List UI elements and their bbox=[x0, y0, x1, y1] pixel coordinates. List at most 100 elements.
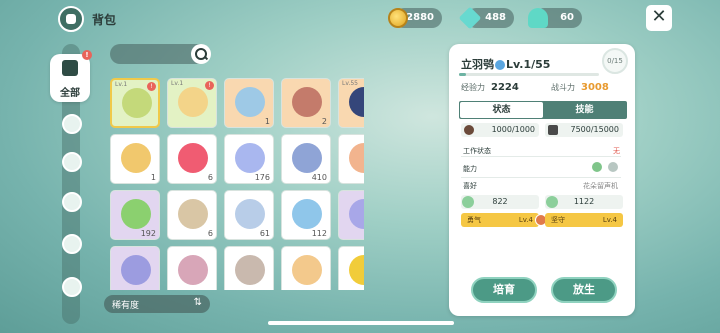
sidebar-item-creatures[interactable] bbox=[52, 144, 90, 184]
note-icon bbox=[121, 143, 151, 173]
tab-skills[interactable]: 技能 bbox=[543, 102, 626, 118]
ability-icon[interactable] bbox=[607, 161, 619, 173]
xp-stat: 经验力 2224 bbox=[461, 82, 519, 93]
sidebar-item-trees[interactable] bbox=[52, 269, 90, 309]
trait-name: 坚守 bbox=[551, 216, 565, 224]
close-button[interactable]: ✕ bbox=[646, 5, 672, 31]
teal-gem-counter[interactable]: 488 bbox=[458, 6, 514, 30]
like-label: 喜好 bbox=[463, 182, 477, 190]
creature-icon bbox=[292, 87, 322, 117]
item-count: 61 bbox=[259, 229, 270, 238]
creature-header: 立羽鸮 Lv.1/55 bbox=[461, 56, 550, 72]
backpack-icon bbox=[58, 6, 84, 32]
item-count: 1 bbox=[264, 117, 270, 126]
energy-meter: 7500/15000 bbox=[545, 123, 623, 137]
divider bbox=[461, 156, 621, 157]
power-stat: 战斗力 3008 bbox=[551, 82, 609, 93]
tools-icon bbox=[548, 125, 558, 135]
inventory-slot[interactable]: 6 bbox=[167, 134, 217, 184]
ability-icon[interactable] bbox=[591, 161, 603, 173]
trait-name: 勇气 bbox=[467, 216, 481, 224]
inventory-slot[interactable] bbox=[110, 246, 160, 290]
search-icon[interactable] bbox=[191, 44, 211, 64]
preference-value: 822 bbox=[492, 197, 508, 206]
sidebar-item-creatures-2[interactable] bbox=[52, 184, 90, 224]
gold-coin-counter[interactable]: 82880 bbox=[388, 8, 442, 28]
ticket-icon bbox=[178, 199, 208, 229]
item-count: 192 bbox=[140, 229, 156, 238]
trait-level: Lv.4 bbox=[602, 216, 617, 224]
inventory-slot[interactable] bbox=[167, 246, 217, 290]
creature-icon bbox=[62, 152, 82, 172]
sidebar-item-plants[interactable] bbox=[52, 106, 90, 146]
ticket-icon bbox=[349, 199, 364, 229]
creature-icon bbox=[122, 88, 152, 118]
train-button[interactable]: 培育 bbox=[471, 277, 537, 303]
inventory-slot[interactable]: 1 bbox=[110, 134, 160, 184]
capacity-value: 0/15 bbox=[607, 57, 623, 65]
energy-value: 7500/15000 bbox=[570, 125, 619, 134]
inventory-slot[interactable]: 1 bbox=[224, 78, 274, 128]
inventory-slot[interactable]: 112 bbox=[281, 190, 331, 240]
tree-icon bbox=[62, 277, 82, 297]
creature-icon bbox=[349, 87, 364, 117]
inventory-slot[interactable]: 61 bbox=[224, 190, 274, 240]
preference-icon bbox=[546, 196, 558, 208]
sidebar-item-all[interactable]: 全部 ! bbox=[50, 50, 92, 102]
heart-gem-icon bbox=[528, 8, 548, 28]
heart-icon bbox=[178, 143, 208, 173]
item-count: 112 bbox=[311, 229, 327, 238]
divider bbox=[461, 177, 621, 178]
inventory-slot[interactable] bbox=[281, 246, 331, 290]
teal-gem-icon bbox=[458, 6, 482, 30]
item-count: 2 bbox=[321, 117, 327, 126]
item-count: 6 bbox=[207, 229, 213, 238]
trait-level: Lv.4 bbox=[518, 216, 533, 224]
inventory-slot[interactable]: Lv.1! bbox=[110, 78, 160, 128]
inventory-slot[interactable]: 6 bbox=[167, 190, 217, 240]
preference-item: 1122 bbox=[545, 195, 623, 209]
box-icon bbox=[121, 255, 151, 285]
like-value: 花朵留声机 bbox=[583, 182, 618, 190]
work-status-label: 工作状态 bbox=[463, 147, 491, 155]
inventory-slot[interactable] bbox=[338, 246, 364, 290]
xp-bar-fill bbox=[459, 73, 466, 76]
sidebar-item-label: 全部 bbox=[60, 88, 80, 99]
inventory-slot[interactable]: 22 bbox=[338, 190, 364, 240]
sidebar-item-leaves[interactable] bbox=[52, 226, 90, 266]
sort-button[interactable]: 稀有度 ⇅ bbox=[104, 295, 210, 313]
preference-icon bbox=[462, 196, 474, 208]
tab-status[interactable]: 状态 bbox=[460, 102, 543, 118]
inventory-slot[interactable]: 176 bbox=[224, 134, 274, 184]
home-indicator bbox=[268, 321, 454, 325]
xp-value: 2224 bbox=[491, 82, 519, 93]
inventory-slot[interactable]: 52 bbox=[338, 134, 364, 184]
power-value: 3008 bbox=[581, 82, 609, 93]
inventory-slot[interactable]: 192 bbox=[110, 190, 160, 240]
work-status-value: 无 bbox=[613, 147, 620, 155]
creature-icon bbox=[178, 87, 208, 117]
inventory-slot[interactable]: 410 bbox=[281, 134, 331, 184]
heart-gem-value: 60 bbox=[560, 12, 574, 23]
detail-tabs: 状态 技能 bbox=[459, 101, 627, 119]
inventory-slot[interactable]: Lv.55! bbox=[338, 78, 364, 128]
food-icon bbox=[464, 125, 474, 135]
trait-badge: 坚守 Lv.4 bbox=[545, 213, 623, 227]
inventory-slot[interactable]: 2 bbox=[281, 78, 331, 128]
net-icon bbox=[235, 255, 265, 285]
item-count: 410 bbox=[311, 173, 327, 182]
preference-item: 822 bbox=[461, 195, 539, 209]
power-label: 战斗力 bbox=[551, 83, 575, 92]
release-button[interactable]: 放生 bbox=[551, 277, 617, 303]
item-level: Lv.1 bbox=[171, 80, 184, 87]
item-level: Lv.55 bbox=[342, 80, 358, 87]
ticket-icon bbox=[235, 199, 265, 229]
heart-gem-counter[interactable]: 60 bbox=[528, 8, 582, 28]
sort-label: 稀有度 bbox=[112, 301, 140, 311]
item-count: 1 bbox=[150, 173, 156, 182]
inventory-slot[interactable] bbox=[224, 246, 274, 290]
inventory-slot[interactable]: Lv.1! bbox=[167, 78, 217, 128]
capacity-badge: 0/15 bbox=[602, 48, 628, 74]
category-sidebar: 全部 ! bbox=[50, 44, 92, 324]
grid-icon bbox=[62, 60, 78, 76]
